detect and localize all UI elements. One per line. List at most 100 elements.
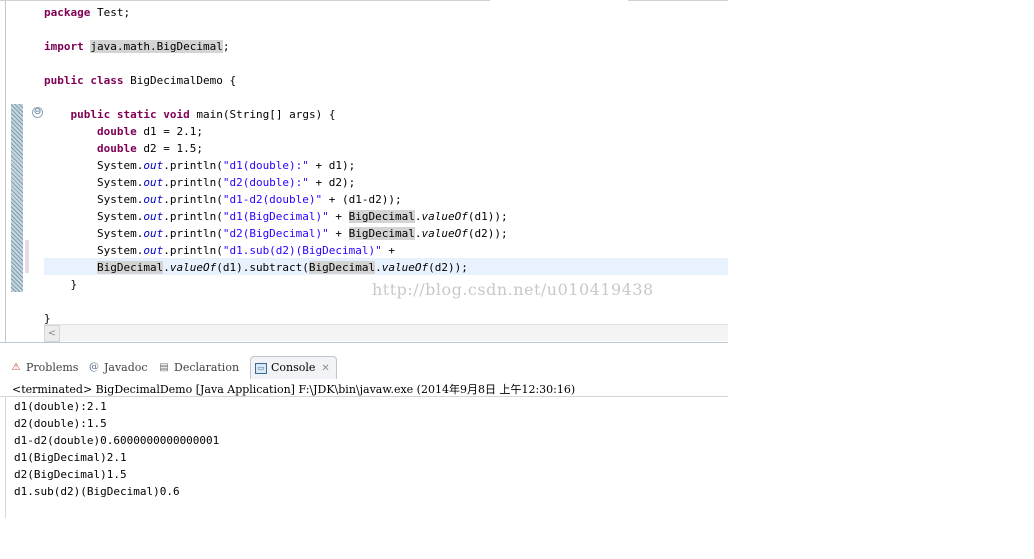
- code-line[interactable]: [44, 21, 508, 38]
- code-line[interactable]: double d2 = 1.5;: [44, 140, 508, 157]
- code-token: java.math.BigDecimal: [90, 40, 223, 53]
- code-line[interactable]: System.out.println("d2(BigDecimal)" + Bi…: [44, 225, 508, 242]
- tab-declaration[interactable]: ▤ Declaration: [158, 358, 239, 378]
- code-line[interactable]: double d1 = 2.1;: [44, 123, 508, 140]
- code-token: package: [44, 6, 91, 19]
- editor-top-border-right: [628, 0, 728, 1]
- console-line: d1-d2(double)0.6000000000000001: [14, 434, 220, 447]
- source-code[interactable]: package Test; import java.math.BigDecima…: [44, 4, 508, 327]
- change-ruler-marker: [25, 240, 29, 273]
- code-token: void: [163, 108, 190, 121]
- code-line[interactable]: import java.math.BigDecimal;: [44, 38, 508, 55]
- tab-console[interactable]: ▭ Console ✕: [250, 356, 337, 379]
- code-token: (d2));: [428, 261, 468, 274]
- code-token: import: [44, 40, 84, 53]
- code-token: +: [328, 210, 349, 223]
- code-line[interactable]: System.out.println("d1-d2(double)" + (d1…: [44, 191, 508, 208]
- code-token: main(String[] args) {: [189, 108, 336, 121]
- code-token: BigDecimal: [348, 227, 415, 240]
- scroll-left-icon[interactable]: <: [44, 325, 60, 342]
- console-divider: [0, 396, 728, 397]
- code-token: (d1).subtract(: [216, 261, 309, 274]
- console-icon: ▭: [255, 362, 267, 374]
- code-token: class: [90, 74, 124, 87]
- code-token: "d2(BigDecimal)": [222, 227, 329, 240]
- tab-javadoc[interactable]: @ Javadoc: [88, 358, 148, 378]
- code-token: +: [328, 227, 349, 240]
- code-token: .: [375, 261, 382, 274]
- code-line[interactable]: public static void main(String[] args) {: [44, 106, 508, 123]
- tab-problems[interactable]: ⚠ Problems: [10, 358, 79, 378]
- code-token: Test;: [90, 6, 131, 19]
- console-status: <terminated> BigDecimalDemo [Java Applic…: [12, 383, 576, 396]
- code-line[interactable]: BigDecimal.valueOf(d1).subtract(BigDecim…: [44, 259, 508, 276]
- code-line[interactable]: System.out.println("d2(double):" + d2);: [44, 174, 508, 191]
- code-token: "d1-d2(double)": [222, 193, 323, 206]
- code-token: .println(: [163, 227, 223, 240]
- console-output[interactable]: d1(double):2.1 d2(double):1.5 d1-d2(double…: [14, 398, 219, 500]
- code-line[interactable]: public class BigDecimalDemo {: [44, 72, 508, 89]
- code-line[interactable]: System.out.println("d1(BigDecimal)" + Bi…: [44, 208, 508, 225]
- code-token: out: [143, 210, 164, 223]
- code-token: "d1(double):": [222, 159, 309, 172]
- code-token: .println(: [163, 176, 223, 189]
- code-token: .println(: [163, 193, 223, 206]
- code-token: static: [116, 108, 157, 121]
- code-token: BigDecimalDemo {: [123, 74, 237, 87]
- code-line[interactable]: System.out.println("d1(double):" + d1);: [44, 157, 508, 174]
- code-editor[interactable]: ⊖ package Test; import java.math.BigDeci…: [0, 0, 728, 342]
- code-token: "d2(double):": [222, 176, 309, 189]
- code-token: double: [96, 125, 137, 138]
- console-line: d1(BigDecimal)2.1: [14, 451, 127, 464]
- editor-bottom-border: [0, 342, 728, 343]
- code-token: System.: [44, 227, 144, 240]
- code-token: + d2);: [308, 176, 356, 189]
- code-token: d1 = 2.1;: [136, 125, 203, 138]
- code-token: out: [143, 193, 164, 206]
- console-line: d2(BigDecimal)1.5: [14, 468, 127, 481]
- code-token: + (d1-d2));: [322, 193, 402, 206]
- console-border: [5, 397, 6, 518]
- code-token: public: [70, 108, 111, 121]
- code-token: .println(: [163, 244, 223, 257]
- code-token: public: [44, 74, 84, 87]
- code-line[interactable]: System.out.println("d1.sub(d2)(BigDecima…: [44, 242, 508, 259]
- editor-gutter-border: [5, 0, 6, 342]
- code-token: (d1));: [467, 210, 508, 223]
- code-token: ;: [222, 40, 230, 53]
- console-line: d2(double):1.5: [14, 417, 107, 430]
- code-token: +: [381, 244, 396, 257]
- code-token: .: [414, 210, 422, 223]
- code-token: valueOf: [381, 261, 429, 274]
- code-token: System.: [44, 193, 144, 206]
- code-token: out: [143, 227, 164, 240]
- code-line[interactable]: [44, 89, 508, 106]
- tab-label: Problems: [26, 361, 79, 374]
- code-token: (d2));: [467, 227, 508, 240]
- close-icon[interactable]: ✕: [321, 358, 329, 380]
- view-tab-bar: ⚠ Problems @ Javadoc ▤ Declaration ▭ Console…: [0, 354, 728, 379]
- code-token: out: [143, 244, 164, 257]
- watermark: http://blog.csdn.net/u010419438: [372, 280, 654, 299]
- change-ruler: [11, 104, 23, 292]
- code-token: System.: [44, 159, 144, 172]
- javadoc-icon: @: [89, 362, 99, 373]
- horizontal-scrollbar[interactable]: <: [44, 324, 728, 342]
- code-token: valueOf: [169, 261, 217, 274]
- tab-label: Declaration: [174, 361, 240, 374]
- code-token: System.: [44, 210, 144, 223]
- declaration-icon: ▤: [159, 362, 169, 373]
- code-line[interactable]: [44, 55, 508, 72]
- code-line[interactable]: package Test;: [44, 4, 508, 21]
- code-token: valueOf: [421, 210, 468, 223]
- console-line: d1.sub(d2)(BigDecimal)0.6: [14, 485, 180, 498]
- code-token: d2 = 1.5;: [136, 142, 203, 155]
- collapse-icon[interactable]: ⊖: [32, 107, 43, 118]
- code-token: "d1.sub(d2)(BigDecimal)": [222, 244, 382, 257]
- code-token: .println(: [163, 210, 223, 223]
- code-token: double: [96, 142, 137, 155]
